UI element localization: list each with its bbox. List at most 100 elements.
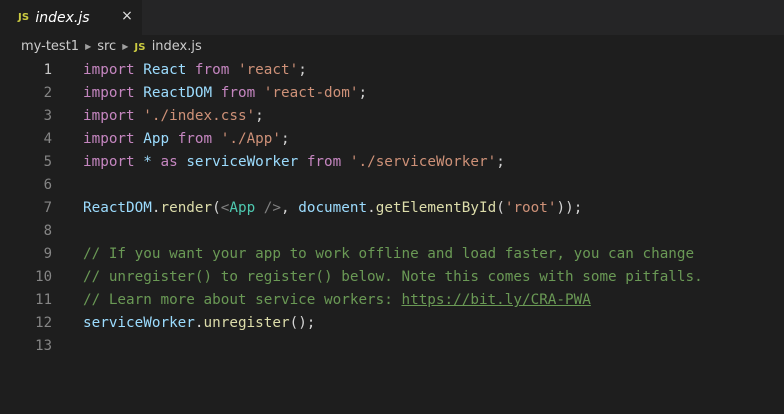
code-token: serviceWorker xyxy=(186,154,299,170)
code-text: import * as serviceWorker from './servic… xyxy=(83,151,505,174)
code-token: (); xyxy=(289,315,316,331)
code-token: App xyxy=(143,131,170,147)
code-token: /> xyxy=(255,200,282,216)
line-number: 3 xyxy=(43,108,52,124)
code-token: * xyxy=(143,154,152,170)
code-token: unregister xyxy=(203,315,290,331)
code-line[interactable]: 2 import ReactDOM from 'react-dom'; xyxy=(0,82,784,105)
code-token: ; xyxy=(496,154,505,170)
code-token: 'react-dom' xyxy=(263,85,359,101)
javascript-file-icon: JS xyxy=(18,12,30,23)
code-token: from xyxy=(177,131,213,147)
code-line[interactable]: 4 import App from './App'; xyxy=(0,128,784,151)
line-number: 11 xyxy=(35,292,52,308)
code-token: import xyxy=(83,154,135,170)
tab-title: index.js xyxy=(35,9,90,26)
tab-index-js[interactable]: JS index.js × xyxy=(0,0,142,35)
code-token: App xyxy=(229,200,256,216)
code-text: // unregister() to register() below. Not… xyxy=(83,266,703,289)
code-line[interactable]: 7 ReactDOM.render(<App />, document.getEl… xyxy=(0,197,784,220)
code-token: // Learn more about service workers: xyxy=(83,292,402,308)
code-token: ; xyxy=(281,131,290,147)
code-line[interactable]: 13 xyxy=(0,335,784,358)
breadcrumb-file-label: index.js xyxy=(151,38,202,54)
breadcrumb-item-folder[interactable]: src xyxy=(97,39,116,54)
code-text: import './index.css'; xyxy=(83,105,264,128)
code-token: )); xyxy=(556,200,583,216)
code-token: serviceWorker xyxy=(83,315,195,331)
code-line[interactable]: 6 xyxy=(0,174,784,197)
code-token: ; xyxy=(358,85,368,101)
line-number: 6 xyxy=(43,177,52,193)
code-line[interactable]: 9 // If you want your app to work offline… xyxy=(0,243,784,266)
code-line[interactable]: 10 // unregister() to register() below. N… xyxy=(0,266,784,289)
code-token: // If you want your app to work offline … xyxy=(83,246,695,262)
code-token: ( xyxy=(496,200,505,216)
code-token: 'root' xyxy=(504,200,557,216)
code-text: import ReactDOM from 'react-dom'; xyxy=(83,82,367,105)
line-number: 4 xyxy=(43,131,52,147)
code-text: // If you want your app to work offline … xyxy=(83,243,694,266)
line-number: 8 xyxy=(43,223,52,239)
code-token: // unregister() to register() below. Not… xyxy=(83,269,703,285)
code-token: . xyxy=(194,315,204,331)
line-number: 13 xyxy=(35,338,52,354)
code-token: getElementById xyxy=(375,200,497,216)
line-number: 2 xyxy=(43,85,52,101)
code-token: from xyxy=(220,85,256,101)
code-line[interactable]: 11 // Learn more about service workers: h… xyxy=(0,289,784,312)
code-text: ReactDOM.render(<App />, document.getEle… xyxy=(83,197,582,220)
code-token: import xyxy=(83,62,135,78)
code-token: ReactDOM xyxy=(83,200,152,216)
javascript-file-icon: JS xyxy=(134,41,146,53)
code-token: . xyxy=(367,200,376,216)
code-line[interactable]: 12 serviceWorker.unregister(); xyxy=(0,312,784,335)
line-number: 5 xyxy=(43,154,52,170)
line-number: 10 xyxy=(35,269,52,285)
code-text: import App from './App'; xyxy=(83,128,290,151)
code-token: ; xyxy=(298,62,307,78)
line-number: 12 xyxy=(35,315,52,331)
code-line[interactable]: 8 xyxy=(0,220,784,243)
code-token: 'react' xyxy=(237,62,299,78)
code-editor[interactable]: 1 import React from 'react'; 2 import React… xyxy=(0,59,784,414)
code-token: React xyxy=(143,62,187,78)
breadcrumb-item-project[interactable]: my-test1 xyxy=(21,39,79,54)
code-token: ; xyxy=(255,108,264,124)
line-number: 7 xyxy=(43,200,52,216)
code-token: './serviceWorker' xyxy=(349,154,497,170)
breadcrumb: my-test1 ▶ src ▶ JS index.js xyxy=(0,35,784,57)
code-token: import xyxy=(83,108,135,124)
code-token: ( xyxy=(212,200,221,216)
code-token: './index.css' xyxy=(143,108,256,124)
code-token: from xyxy=(306,154,342,170)
tab-bar: JS index.js × xyxy=(0,0,784,35)
code-token: ReactDOM xyxy=(143,85,213,101)
breadcrumb-item-file[interactable]: JS index.js xyxy=(134,39,201,54)
line-number: 9 xyxy=(43,246,52,262)
code-token: from xyxy=(194,62,230,78)
code-line[interactable]: 3 import './index.css'; xyxy=(0,105,784,128)
code-text: import React from 'react'; xyxy=(83,59,307,82)
code-line[interactable]: 5 import * as serviceWorker from './servi… xyxy=(0,151,784,174)
chevron-right-icon: ▶ xyxy=(85,41,92,51)
code-text: serviceWorker.unregister(); xyxy=(83,312,315,335)
close-icon[interactable]: × xyxy=(119,8,135,24)
code-token: document xyxy=(298,200,368,216)
code-token: render xyxy=(160,200,213,216)
code-link[interactable]: https://bit.ly/CRA-PWA xyxy=(401,292,590,308)
code-token: './App' xyxy=(220,131,282,147)
code-line[interactable]: 1 import React from 'react'; xyxy=(0,59,784,82)
